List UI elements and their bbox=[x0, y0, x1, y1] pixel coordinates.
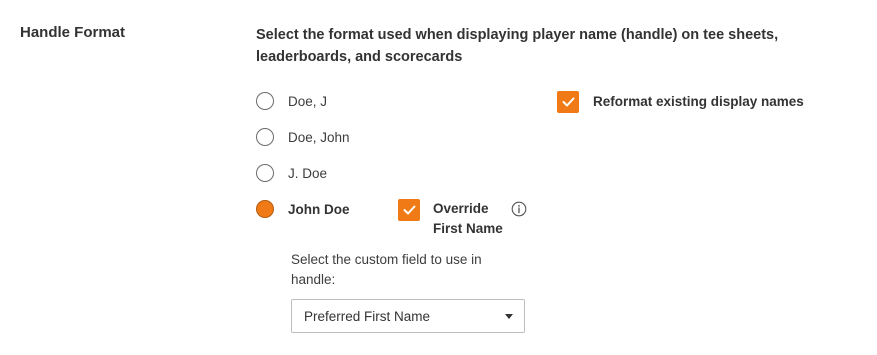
checkmark-icon bbox=[562, 97, 574, 107]
radio-option-j-doe[interactable]: J. Doe bbox=[256, 164, 327, 182]
override-first-name-option[interactable]: Override First Name bbox=[398, 199, 513, 239]
radio-label: Doe, J bbox=[288, 93, 328, 109]
reformat-existing-checkbox[interactable] bbox=[557, 91, 579, 113]
override-first-name-label: Override First Name bbox=[433, 199, 513, 239]
radio-option-john-doe[interactable]: John Doe bbox=[256, 200, 350, 218]
radio-button-selected[interactable] bbox=[256, 200, 274, 218]
radio-label: J. Doe bbox=[288, 165, 328, 181]
section-description: Select the format used when displaying p… bbox=[256, 27, 779, 65]
checkmark-icon bbox=[403, 205, 415, 215]
reformat-existing-label: Reformat existing display names bbox=[593, 94, 804, 109]
radio-option-doe-john[interactable]: Doe, John bbox=[256, 128, 350, 146]
chevron-down-icon bbox=[505, 314, 513, 319]
custom-field-selected-value: Preferred First Name bbox=[304, 308, 431, 324]
custom-field-label: Select the custom field to use in handle… bbox=[291, 252, 482, 287]
reformat-existing-option[interactable]: Reformat existing display names bbox=[557, 91, 804, 113]
radio-button[interactable] bbox=[256, 92, 274, 110]
override-label-line2: First Name bbox=[433, 221, 503, 236]
radio-button[interactable] bbox=[256, 164, 274, 182]
override-first-name-checkbox[interactable] bbox=[398, 199, 420, 221]
radio-label: John Doe bbox=[288, 201, 350, 217]
radio-option-doe-j[interactable]: Doe, J bbox=[256, 92, 327, 110]
radio-button[interactable] bbox=[256, 128, 274, 146]
section-label: Handle Format bbox=[20, 24, 126, 41]
info-icon[interactable] bbox=[511, 201, 527, 217]
override-label-line1: Override bbox=[433, 201, 489, 216]
custom-field-select[interactable]: Preferred First Name bbox=[291, 299, 525, 333]
radio-label: Doe, John bbox=[288, 129, 350, 145]
